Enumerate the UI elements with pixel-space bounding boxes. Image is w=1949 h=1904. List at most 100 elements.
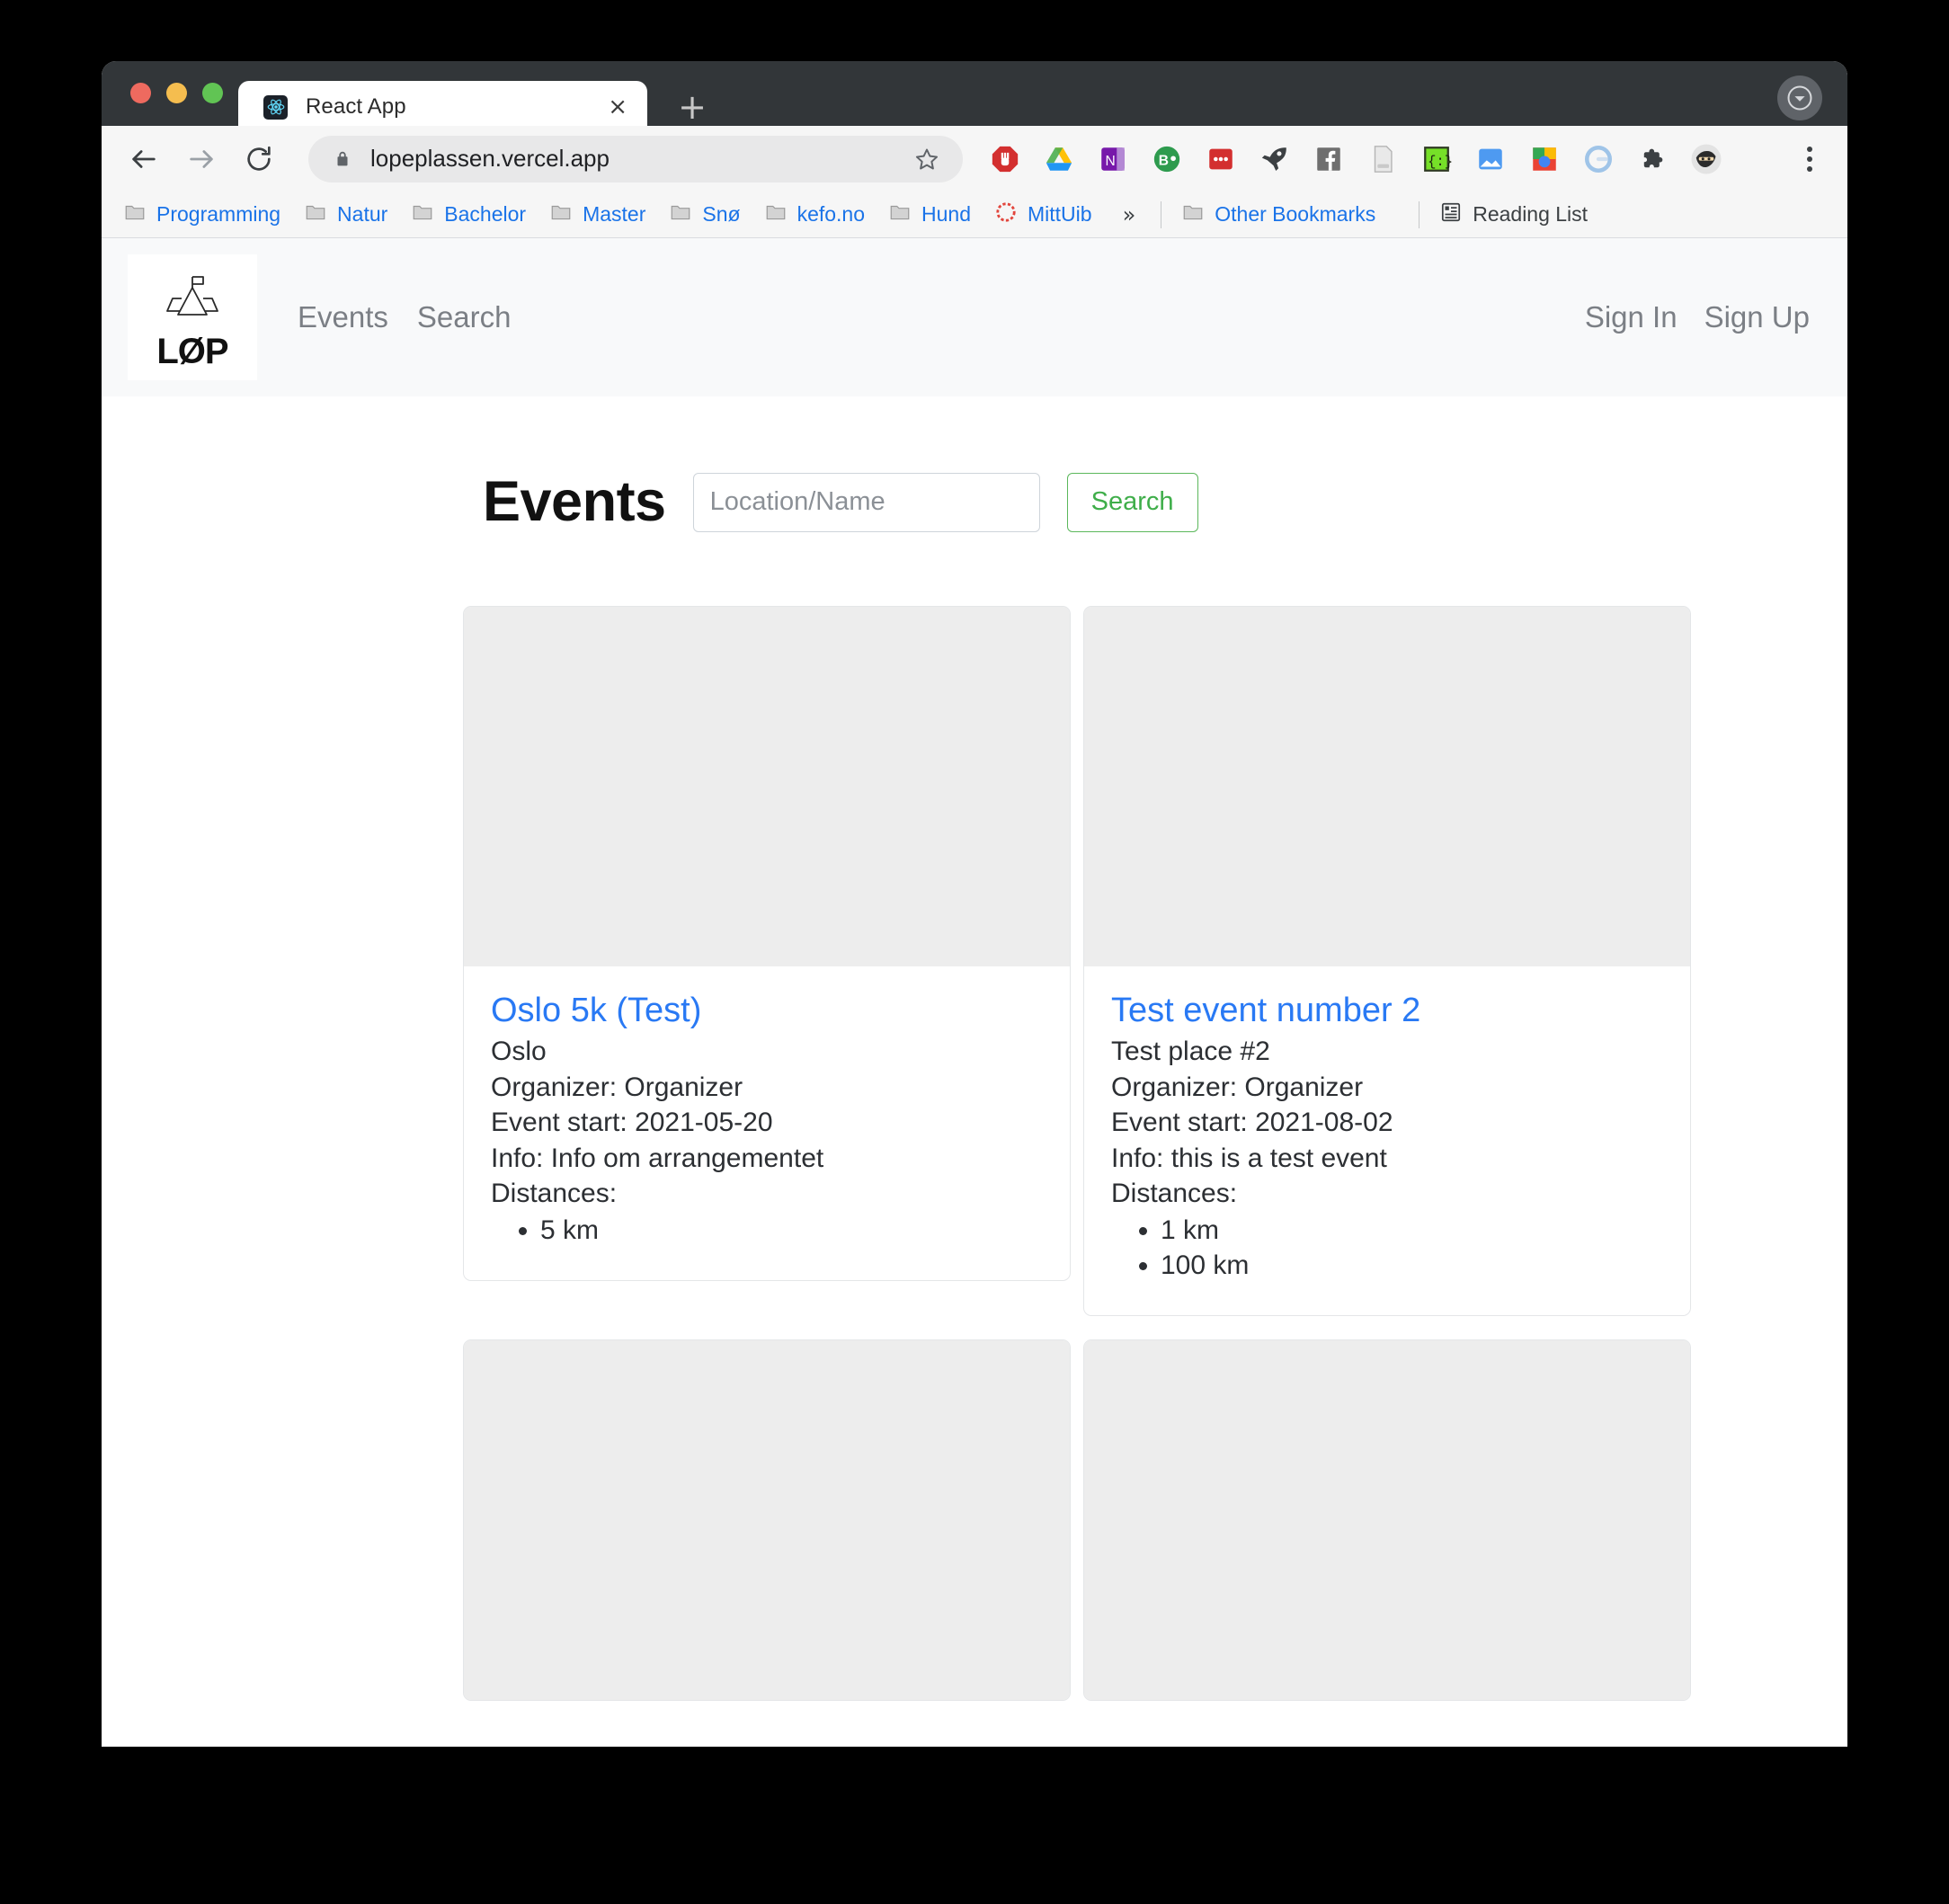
search-button[interactable]: Search [1066,472,1198,532]
bookmark-item[interactable]: MittUib [994,200,1092,228]
adblock-icon[interactable] [988,142,1022,176]
grammarly-icon[interactable] [1581,142,1615,176]
bookmark-label: Snø [702,202,741,226]
nav-link-events[interactable]: Events [298,300,388,334]
reload-icon[interactable] [236,137,281,182]
bookmark-label: Bachelor [444,202,527,226]
event-distances-label: Distances: [1111,1179,1238,1209]
facebook-icon[interactable] [1312,142,1346,176]
address-bar[interactable]: lopeplassen.vercel.app [308,135,963,182]
browser-toolbar: lopeplassen.vercel.app N B {:} [102,126,1847,191]
event-card-body: Test event number 2 Test place #2 Organi… [1084,966,1690,1314]
brand-logo[interactable]: LØP [128,254,257,380]
nav-link-search[interactable]: Search [417,300,512,334]
ninja-avatar-icon[interactable] [1689,142,1723,176]
event-distances-label: Distances: [491,1179,618,1209]
event-card[interactable]: Test event number 2 Test place #2 Organi… [1083,606,1691,1316]
event-place: Oslo [491,1036,547,1066]
code-braces-icon[interactable]: {:} [1419,142,1454,176]
forward-arrow-icon[interactable] [179,137,224,182]
event-image-placeholder [464,1339,1070,1700]
bookmark-label: Natur [337,202,388,226]
bookmark-item[interactable]: kefo.no [764,200,865,228]
close-window-button[interactable] [130,83,151,103]
back-arrow-icon[interactable] [121,137,166,182]
screenshot-root: { "browser": { "tab": { "title": "React … [0,0,1949,1904]
google-optimize-icon[interactable] [1527,142,1562,176]
folder-icon [888,200,912,228]
bookmark-item[interactable]: Natur [304,200,387,228]
chrome-menu-kebab[interactable] [1792,138,1828,180]
bookmark-item[interactable]: Programming [123,200,280,228]
folder-icon [549,200,573,228]
lastpass-icon[interactable] [1204,142,1238,176]
events-grid: Oslo 5k (Test) Oslo Organizer: Organizer… [463,606,1691,1701]
reading-list-button[interactable]: Reading List [1439,200,1588,228]
bookmark-label: Hund [921,202,971,226]
rocket-icon[interactable] [1258,142,1292,176]
profile-avatar[interactable] [1777,76,1822,120]
folder-icon [764,200,788,228]
svg-text:N: N [1106,154,1116,169]
onenote-icon[interactable]: N [1096,142,1130,176]
bookmarks-bar: Programming Natur Bachelor Master Snø ke… [102,191,1847,238]
lock-icon [333,149,352,169]
other-bookmarks-button[interactable]: Other Bookmarks [1181,200,1375,228]
event-card[interactable] [463,1339,1071,1701]
event-start: Event start: 2021-08-02 [1111,1108,1393,1138]
bookmark-item[interactable]: Snø [669,200,741,228]
bitwarden-icon[interactable]: B [1150,142,1184,176]
event-distances-list: 1 km 100 km [1111,1214,1663,1282]
event-image-placeholder [1084,1339,1690,1700]
brand-text: LØP [156,331,228,371]
events-header: Events Search [463,396,1847,568]
bookmark-item[interactable]: Master [549,200,645,228]
extension-icons: N B {:} [988,142,1723,176]
bookmark-label: kefo.no [797,202,866,226]
reading-list-label: Reading List [1473,202,1589,226]
document-icon[interactable] [1366,142,1400,176]
search-input[interactable] [692,472,1040,532]
new-tab-button[interactable]: + [670,85,715,129]
bookmark-item[interactable]: Bachelor [411,200,526,228]
tab-title: React App [306,94,406,119]
bookmark-label: Programming [156,202,281,226]
site-navbar: LØP Events Search Sign In Sign Up [102,238,1847,396]
site-nav-links: Events Search [298,300,511,334]
screenshot-icon[interactable] [1473,142,1508,176]
page-title: Events [483,470,666,534]
maximize-window-button[interactable] [202,83,223,103]
puzzle-extensions-icon[interactable] [1635,142,1669,176]
bookmark-label: MittUib [1028,202,1092,226]
folder-icon [669,200,692,228]
folder-icon [304,200,327,228]
event-title-link[interactable]: Oslo 5k (Test) [491,992,701,1029]
page-viewport: LØP Events Search Sign In Sign Up Events… [102,238,1847,1747]
event-card[interactable]: Oslo 5k (Test) Oslo Organizer: Organizer… [463,606,1071,1281]
event-distances-list: 5 km [491,1214,1043,1247]
browser-window: React App × + lopeplassen.vercel.app N B… [102,61,1847,1747]
sign-in-link[interactable]: Sign In [1585,300,1678,334]
svg-text:B: B [1159,153,1169,168]
url-text: lopeplassen.vercel.app [370,145,610,172]
event-title-link[interactable]: Test event number 2 [1111,992,1420,1029]
minimize-window-button[interactable] [166,83,187,103]
distance-item: 5 km [540,1214,1043,1247]
event-info: Info: this is a test event [1111,1143,1387,1173]
event-card[interactable] [1083,1339,1691,1701]
distance-item: 1 km [1161,1214,1663,1247]
sign-up-link[interactable]: Sign Up [1704,300,1810,334]
event-image-placeholder [1084,607,1690,967]
event-place: Test place #2 [1111,1036,1270,1066]
bookmark-item[interactable]: Hund [888,200,971,228]
star-icon[interactable] [914,147,939,172]
folder-icon [1181,200,1205,228]
svg-text:{:}: {:} [1428,154,1452,170]
close-tab-button[interactable]: × [608,95,627,119]
bookmarks-overflow-button[interactable]: » [1123,202,1136,227]
other-bookmarks-label: Other Bookmarks [1215,202,1376,226]
google-drive-icon[interactable] [1042,142,1076,176]
event-organizer: Organizer: Organizer [491,1072,743,1102]
event-organizer: Organizer: Organizer [1111,1072,1364,1102]
page-content: Events Search Oslo 5k (Test) Oslo Organi… [102,396,1847,1701]
